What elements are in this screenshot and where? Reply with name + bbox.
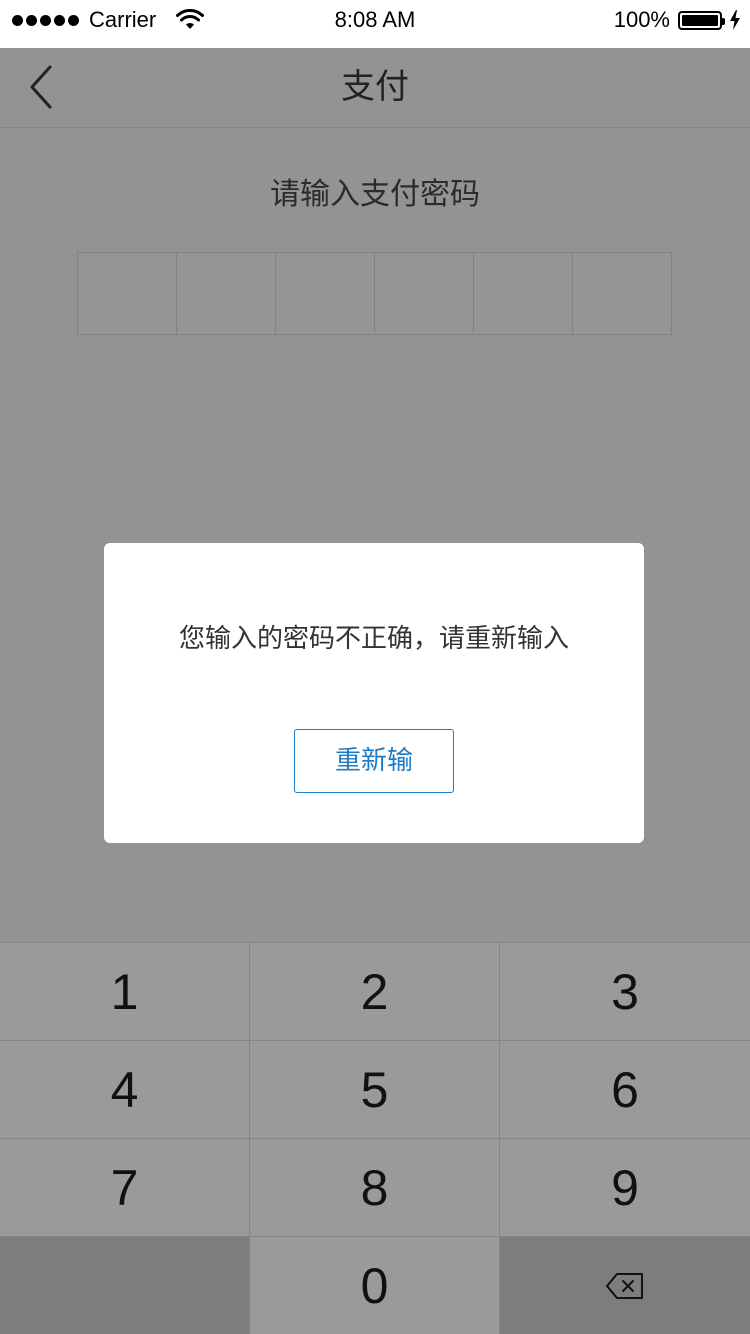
key-3[interactable]: 3 xyxy=(500,942,750,1040)
key-0[interactable]: 0 xyxy=(250,1236,500,1334)
delete-key[interactable] xyxy=(500,1236,750,1334)
password-digit-cell xyxy=(276,253,375,334)
error-message: 您输入的密码不正确，请重新输入 xyxy=(178,624,569,654)
password-input[interactable] xyxy=(77,252,672,335)
key-2[interactable]: 2 xyxy=(250,942,500,1040)
password-prompt: 请输入支付密码 xyxy=(270,177,480,212)
key-9[interactable]: 9 xyxy=(500,1138,750,1236)
page-title: 支付 xyxy=(341,67,409,107)
password-digit-cell xyxy=(78,253,177,334)
password-digit-cell xyxy=(177,253,276,334)
status-bar-right: 100% xyxy=(614,0,740,40)
backspace-icon xyxy=(606,1272,643,1299)
status-bar: Carrier 8:08 AM 100% xyxy=(0,0,750,48)
numeric-keypad: 1 2 3 4 5 6 7 8 9 0 xyxy=(0,942,750,1334)
battery-icon xyxy=(678,10,725,30)
key-blank xyxy=(0,1236,250,1334)
key-1[interactable]: 1 xyxy=(0,942,250,1040)
password-digit-cell xyxy=(375,253,474,334)
battery-level xyxy=(682,14,718,26)
retry-button[interactable]: 重新输 xyxy=(294,729,454,793)
key-7[interactable]: 7 xyxy=(0,1138,250,1236)
password-digit-cell xyxy=(573,253,671,334)
password-digit-cell xyxy=(474,253,573,334)
key-5[interactable]: 5 xyxy=(250,1040,500,1138)
key-8[interactable]: 8 xyxy=(250,1138,500,1236)
bolt-icon xyxy=(730,10,740,30)
key-6[interactable]: 6 xyxy=(500,1040,750,1138)
key-4[interactable]: 4 xyxy=(0,1040,250,1138)
battery-percent: 100% xyxy=(613,7,670,32)
error-dialog: 您输入的密码不正确，请重新输入 重新输 xyxy=(104,543,644,843)
nav-bar: 支付 xyxy=(0,48,750,128)
